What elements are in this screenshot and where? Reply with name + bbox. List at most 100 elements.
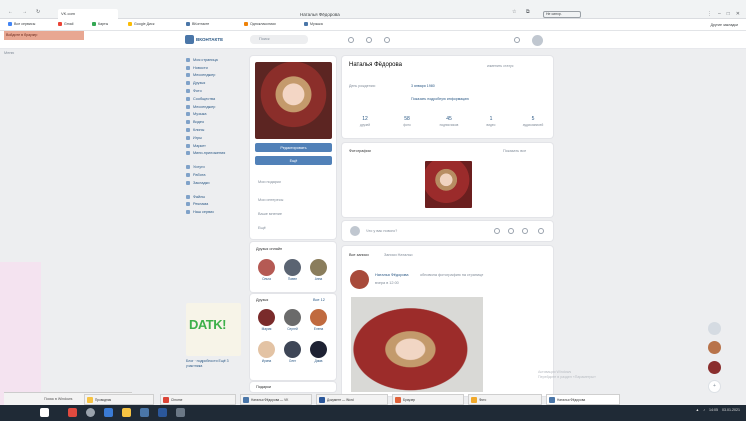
- play-icon[interactable]: [366, 37, 372, 43]
- chrome-icon[interactable]: [86, 408, 95, 417]
- friend[interactable]: Дима: [309, 341, 328, 363]
- sidebar-item[interactable]: Мессенджер: [186, 72, 248, 80]
- notifications-icon[interactable]: [348, 37, 354, 43]
- counter[interactable]: 12 друзей: [349, 116, 381, 127]
- sidebar-item[interactable]: Моя страница: [186, 56, 248, 64]
- avatar[interactable]: [708, 341, 721, 354]
- sidebar-item[interactable]: Мини-приложения: [186, 150, 248, 158]
- side-link[interactable]: Мои подарки: [258, 180, 281, 184]
- bookmark[interactable]: Google Диск: [128, 22, 154, 26]
- word-icon[interactable]: [158, 408, 167, 417]
- add-icon[interactable]: +: [708, 380, 721, 393]
- sidebar-item[interactable]: Закладки: [186, 179, 248, 187]
- maximize-icon[interactable]: □: [727, 11, 730, 17]
- start-icon[interactable]: [40, 408, 49, 417]
- app-icon[interactable]: [68, 408, 77, 417]
- friend[interactable]: Ирина: [257, 341, 276, 363]
- sidebar-item[interactable]: Видео: [186, 118, 248, 126]
- friend[interactable]: Сергей: [283, 309, 302, 331]
- status-link[interactable]: изменить статус: [487, 64, 514, 68]
- forward-icon[interactable]: →: [22, 9, 27, 15]
- counter[interactable]: 58 фото: [391, 116, 423, 127]
- video-icon[interactable]: [508, 228, 514, 234]
- sidebar-item[interactable]: Фото: [186, 87, 248, 95]
- other-bookmarks[interactable]: Другие закладки: [710, 23, 738, 27]
- tab-own-posts[interactable]: Записи Натальи: [384, 253, 413, 257]
- taskbar-app-active[interactable]: Наталья Фёдорова: [546, 394, 620, 405]
- bookmark[interactable]: Gmail: [58, 22, 73, 26]
- profile-chip[interactable]: Не синхр.: [543, 11, 581, 18]
- side-link[interactable]: Ещё: [258, 226, 266, 230]
- apps-icon[interactable]: [514, 37, 520, 43]
- sidebar-item[interactable]: Сообщества: [186, 95, 248, 103]
- profile-photo[interactable]: [255, 62, 332, 139]
- music-icon[interactable]: [384, 37, 390, 43]
- sidebar-item[interactable]: Друзья: [186, 79, 248, 87]
- edge-icon[interactable]: [104, 408, 113, 417]
- clock-date[interactable]: 03.01.2021: [722, 408, 740, 412]
- friend[interactable]: Ольга: [257, 259, 276, 281]
- music-icon[interactable]: [522, 228, 528, 234]
- taskbar-app[interactable]: Наталья Фёдорова — VK: [240, 394, 312, 405]
- friend[interactable]: Олег: [283, 341, 302, 363]
- menu-icon[interactable]: ⋮: [707, 11, 712, 17]
- messages-icon[interactable]: [708, 322, 721, 335]
- sidebar-item[interactable]: Файлы: [186, 193, 248, 201]
- folder-icon[interactable]: [122, 408, 131, 417]
- photo-thumbnail[interactable]: [425, 161, 472, 208]
- taskbar-app[interactable]: Документ — Word: [316, 394, 388, 405]
- sidebar-item[interactable]: Клипы: [186, 126, 248, 134]
- camera-icon[interactable]: [494, 228, 500, 234]
- sidebar-item[interactable]: Музыка: [186, 111, 248, 119]
- counter[interactable]: 1 видео: [475, 116, 507, 127]
- counter[interactable]: 5 аудиозаписей: [517, 116, 549, 127]
- friend[interactable]: Анна: [309, 259, 328, 281]
- counter[interactable]: 45 подписчиков: [433, 116, 465, 127]
- promo-caption[interactable]: Блог · подробности Ещё 3 участника: [186, 359, 242, 368]
- photos-all-link[interactable]: Показать все: [503, 149, 526, 153]
- show-details-link[interactable]: Показать подробную информацию: [411, 97, 469, 101]
- taskbar-app[interactable]: Проводник: [84, 394, 154, 405]
- friend[interactable]: Павел: [283, 259, 302, 281]
- more-button[interactable]: Ещё: [255, 156, 332, 165]
- avatar[interactable]: [708, 361, 721, 374]
- friend[interactable]: Мария: [257, 309, 276, 331]
- post-time[interactable]: вчера в 12:00: [375, 281, 399, 285]
- bookmark[interactable]: ВКонтакте: [186, 22, 209, 26]
- bookmark[interactable]: Карты: [92, 22, 108, 26]
- network-icon[interactable]: ▲: [696, 408, 700, 412]
- settings-icon[interactable]: [538, 228, 544, 234]
- friends-all-link[interactable]: Все 12: [313, 298, 325, 302]
- search-input[interactable]: Поиск: [250, 35, 308, 44]
- avatar[interactable]: [532, 35, 543, 46]
- bookmark[interactable]: Все сервисы: [8, 22, 35, 26]
- sidebar-item[interactable]: Игры: [186, 134, 248, 142]
- signin-banner[interactable]: Войдите в браузер: [4, 31, 84, 40]
- new-post-input[interactable]: Что у вас нового?: [366, 229, 397, 233]
- reload-icon[interactable]: ↻: [36, 9, 40, 15]
- side-link[interactable]: Ваше мнение: [258, 212, 282, 216]
- sidebar-item[interactable]: Услуги: [186, 163, 248, 171]
- minimize-icon[interactable]: –: [718, 11, 721, 17]
- app-icon[interactable]: [140, 408, 149, 417]
- taskbar-app[interactable]: Фото: [468, 394, 542, 405]
- photos-title[interactable]: Фотографии: [349, 149, 371, 153]
- post-author[interactable]: Наталья Фёдорова: [375, 273, 409, 277]
- sidebar-item[interactable]: Новости: [186, 64, 248, 72]
- sidebar-item[interactable]: Мессенджер: [186, 103, 248, 111]
- sidebar-item[interactable]: Наш сервис: [186, 208, 248, 216]
- clock-time[interactable]: 14:05: [709, 408, 718, 412]
- promo-banner[interactable]: DATK!: [186, 303, 241, 356]
- app-icon[interactable]: [176, 408, 185, 417]
- close-icon[interactable]: ✕: [736, 11, 740, 17]
- sidebar-item[interactable]: Работа: [186, 171, 248, 179]
- side-link[interactable]: Мои интересы: [258, 198, 283, 202]
- back-icon[interactable]: ←: [8, 9, 13, 15]
- post-photo[interactable]: [351, 297, 483, 392]
- vk-logo[interactable]: ВКОНТАКТЕ: [185, 35, 223, 44]
- bookmark[interactable]: Одноклассники: [244, 22, 276, 26]
- taskbar-app[interactable]: Chrome: [160, 394, 236, 405]
- tab-all-posts[interactable]: Все записи: [349, 253, 369, 257]
- extension-icon[interactable]: ⧉: [526, 9, 530, 15]
- avatar[interactable]: [350, 270, 369, 289]
